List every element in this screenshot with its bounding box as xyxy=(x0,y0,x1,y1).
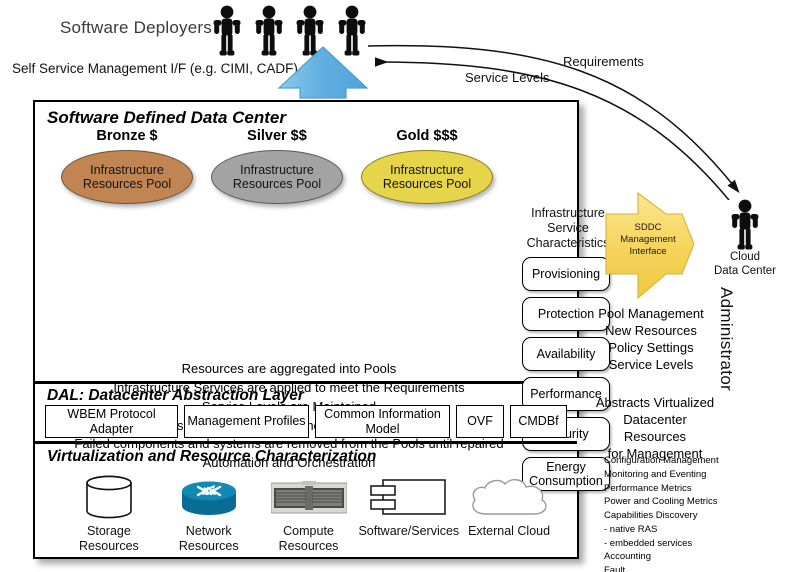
resource-icon-row: Storage Resources Network Resources Comput… xyxy=(59,474,559,554)
resource-label-line1: Storage xyxy=(87,524,131,538)
infrastructure-resources-pool-ellipse[interactable]: Infrastructure Resources Pool xyxy=(361,150,493,204)
resource-item: Software/Services xyxy=(358,474,459,554)
resource-label: Software/Services xyxy=(358,524,459,539)
cloud-data-center-line: Data Center xyxy=(713,265,776,278)
sddc-section: Software Defined Data Center Bronze $ Inf… xyxy=(35,102,577,470)
infrastructure-resources-pool-ellipse[interactable]: Infrastructure Resources Pool xyxy=(211,150,343,204)
resource-label-line1: Compute xyxy=(283,524,334,538)
pool-label-line2: Resources Pool xyxy=(382,177,472,191)
dal-box-ovf[interactable]: OVF xyxy=(456,405,504,438)
dal-title: DAL: Datacenter Abstraction Layer xyxy=(47,387,304,404)
capability-item: Performance Metrics xyxy=(604,482,692,494)
abstracts-line: Datacenter Resources xyxy=(623,412,687,445)
resource-label-line2: Resources xyxy=(178,539,239,553)
isc-heading: Infrastructure Service Characteristics xyxy=(522,206,614,251)
dal-section: DAL: Datacenter Abstraction Layer WBEM P… xyxy=(35,384,577,444)
capability-item: Capabilities Discovery xyxy=(604,510,698,522)
pool-management-item: Policy Settings xyxy=(608,340,694,356)
resource-label-line2: Resources xyxy=(79,539,139,553)
pool-label-line2: Resources Pool xyxy=(82,177,172,191)
tier-title: Silver $$ xyxy=(247,128,307,144)
dal-box-cmdbf[interactable]: CMDBf xyxy=(510,405,567,438)
resource-label: Compute Resources xyxy=(259,524,359,554)
resource-label: Network Resources xyxy=(159,524,259,554)
dal-component-boxes: WBEM Protocol Adapter Management Profiles… xyxy=(45,405,571,438)
virtualization-title: Virtualization and Resource Characteriza… xyxy=(47,448,377,465)
tier-title: Gold $$$ xyxy=(396,128,458,144)
server-blade-icon xyxy=(259,474,359,522)
router-icon xyxy=(159,474,259,522)
deployer-person-icon xyxy=(212,4,242,56)
administrator-label: Administrator xyxy=(717,287,736,392)
abstracts-line: Abstracts Virtualized xyxy=(595,395,715,410)
virtualization-section: Virtualization and Resource Characteriza… xyxy=(35,444,577,557)
pool-label-line2: Resources Pool xyxy=(232,177,322,191)
resource-label-line1: Software/Services xyxy=(358,524,460,538)
sddc-arrow-label: SDDC Management Interface xyxy=(612,222,684,258)
sddc-arrow-label-line: Interface xyxy=(629,245,667,257)
pool-management-item: Service Levels xyxy=(608,357,694,373)
diagram-canvas: Software Deployers Self Service Manageme… xyxy=(0,0,785,572)
sddc-arrow-label-line: Management xyxy=(620,233,676,245)
sddc-title: Software Defined Data Center xyxy=(47,108,286,127)
requirements-arrow-label: Requirements xyxy=(563,54,644,69)
resource-label: External Cloud xyxy=(459,524,559,539)
resource-item: External Cloud xyxy=(459,474,559,554)
cloud-data-center-line: Cloud xyxy=(729,251,761,263)
resource-item: Compute Resources xyxy=(259,474,359,554)
pool-label: Infrastructure Resources Pool xyxy=(383,163,471,192)
sddc-container: Software Defined Data Center Bronze $ Inf… xyxy=(33,100,610,559)
resource-pool-tiers: Bronze $ Infrastructure Resources Pool Silv… xyxy=(57,128,497,204)
isc-item-provisioning[interactable]: Provisioning xyxy=(522,257,610,291)
pool-label-line1: Infrastructure xyxy=(240,162,314,177)
dal-box-management-profiles[interactable]: Management Profiles xyxy=(184,405,309,438)
dal-box-common-information-model[interactable]: Common Information Model xyxy=(315,405,450,438)
database-icon xyxy=(59,474,159,522)
resource-item: Network Resources xyxy=(159,474,259,554)
pool-management-list: Pool Management New Resources Policy Setti… xyxy=(592,305,710,374)
isc-heading-line: Service xyxy=(547,221,589,235)
infrastructure-resources-pool-ellipse[interactable]: Infrastructure Resources Pool xyxy=(61,150,193,204)
sddc-arrow-label-line: SDDC xyxy=(634,222,662,233)
capabilities-list: Configuration Management Monitoring and E… xyxy=(604,454,784,572)
resource-pool-tier: Gold $$$ Infrastructure Resources Pool xyxy=(357,128,497,204)
pool-label-line1: Infrastructure xyxy=(390,162,464,177)
capability-item: Monitoring and Eventing xyxy=(604,468,707,480)
self-service-up-arrow xyxy=(277,46,369,102)
resource-label-line2: Resources xyxy=(278,539,339,553)
pool-label: Infrastructure Resources Pool xyxy=(83,163,171,192)
capability-item: Accounting xyxy=(604,551,652,563)
resource-pool-tier: Bronze $ Infrastructure Resources Pool xyxy=(57,128,197,204)
resource-label: Storage Resources xyxy=(59,524,159,554)
resource-pool-tier: Silver $$ Infrastructure Resources Pool xyxy=(207,128,347,204)
pool-management-item: New Resources xyxy=(605,323,697,339)
administrator-person-icon xyxy=(729,198,761,250)
capability-item: Fault xyxy=(604,565,626,572)
pool-management-item: Pool Management xyxy=(598,306,704,321)
pool-label: Infrastructure Resources Pool xyxy=(233,163,321,192)
capability-item: - embedded services xyxy=(604,537,693,549)
software-deployers-label: Software Deployers xyxy=(60,18,212,37)
sddc-description-line: Resources are aggregated into Pools xyxy=(181,361,397,376)
dal-box-wbem-protocol-adapter[interactable]: WBEM Protocol Adapter xyxy=(45,405,178,438)
isc-heading-line: Characteristics xyxy=(526,236,610,250)
capability-item: Power and Cooling Metrics xyxy=(604,496,718,508)
cloud-data-center-caption: Cloud Data Center xyxy=(705,250,785,279)
pool-label-line1: Infrastructure xyxy=(90,162,164,177)
component-icon xyxy=(358,474,459,522)
isc-heading-line: Infrastructure xyxy=(531,206,605,220)
service-levels-arrow-label: Service Levels xyxy=(465,70,550,85)
resource-label-line1: Network xyxy=(185,524,232,538)
capability-item: - native RAS xyxy=(604,523,658,535)
self-service-interface-label: Self Service Management I/F (e.g. CIMI, … xyxy=(12,61,298,76)
resource-label-line1: External Cloud xyxy=(468,524,551,538)
tier-title: Bronze $ xyxy=(96,128,158,144)
capability-item: Configuration Management xyxy=(604,455,719,466)
resource-item: Storage Resources xyxy=(59,474,159,554)
cloud-icon xyxy=(459,474,559,522)
abstracts-virtualized-text: Abstracts Virtualized Datacenter Resource… xyxy=(592,394,718,463)
